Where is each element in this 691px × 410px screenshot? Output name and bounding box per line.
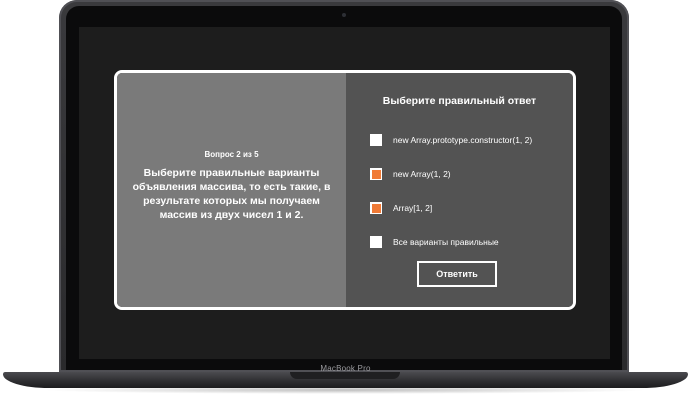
answers-title: Выберите правильный ответ — [382, 95, 537, 107]
option-1[interactable]: new Array.prototype.constructor(1, 2) — [370, 134, 532, 146]
checkbox-option-3[interactable] — [370, 202, 382, 214]
question-text: Выберите правильные варианты объявления … — [132, 167, 331, 221]
option-2[interactable]: new Array(1, 2) — [370, 168, 451, 180]
option-3[interactable]: Array[1, 2] — [370, 202, 432, 214]
device-label: MacBook Pro — [320, 364, 371, 373]
quiz-card: Вопрос 2 из 5 Выберите правильные вариан… — [114, 70, 576, 310]
checkbox-checked-mark — [371, 169, 381, 179]
question-counter: Вопрос 2 из 5 — [204, 150, 259, 159]
checkbox-option-2[interactable] — [370, 168, 382, 180]
camera-icon — [342, 13, 346, 17]
option-label: Все варианты правильные — [393, 237, 499, 247]
checkbox-option-1[interactable] — [370, 134, 382, 146]
option-label: Array[1, 2] — [393, 203, 433, 213]
answers-pane: Выберите правильный ответ new Array.prot… — [346, 73, 573, 307]
laptop-mockup: Вопрос 2 из 5 Выберите правильные вариан… — [0, 0, 691, 410]
option-4[interactable]: Все варианты правильные — [370, 236, 499, 248]
submit-answer-button[interactable]: Ответить — [417, 261, 497, 287]
option-label: new Array.prototype.constructor(1, 2) — [393, 135, 533, 145]
trackpad-notch — [290, 372, 400, 379]
question-pane: Вопрос 2 из 5 Выберите правильные вариан… — [117, 73, 346, 307]
checkbox-option-4[interactable] — [370, 236, 382, 248]
checkbox-checked-mark — [371, 203, 381, 213]
option-label: new Array(1, 2) — [393, 169, 451, 179]
